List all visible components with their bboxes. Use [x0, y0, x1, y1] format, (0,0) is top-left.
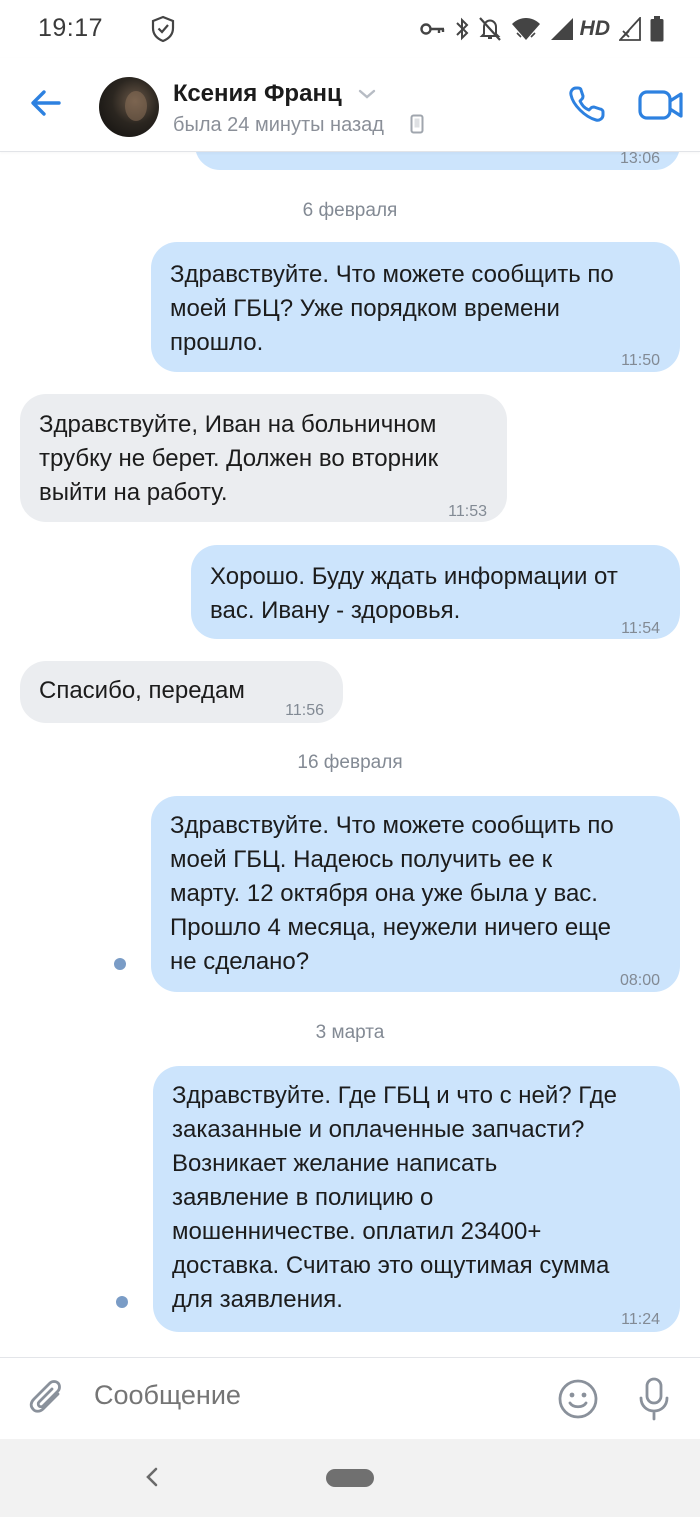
attach-icon[interactable]: [28, 1378, 66, 1420]
call-icon[interactable]: [567, 84, 607, 124]
nav-back-icon[interactable]: [145, 1466, 159, 1488]
message-text: Здравствуйте. Что можете сообщить по мое…: [170, 261, 614, 356]
message-text: Хорошо. Буду ждать информации от вас. Ив…: [210, 563, 618, 624]
unread-indicator: [114, 958, 126, 970]
chevron-down-icon[interactable]: [358, 88, 376, 100]
mobile-icon: [410, 114, 424, 134]
wifi-icon: [511, 18, 540, 40]
message-bubble-outgoing[interactable]: Здравствуйте. Что можете сообщить по мое…: [151, 242, 680, 372]
battery-icon: [650, 16, 664, 42]
date-separator: 6 февраля: [302, 200, 398, 221]
signal-icon: [619, 17, 641, 41]
nav-home-pill[interactable]: [326, 1469, 374, 1487]
contact-name[interactable]: Ксения Франц: [173, 80, 342, 108]
message-time: 11:53: [448, 503, 487, 520]
message-time: 11:24: [621, 1311, 660, 1328]
message-bubble-outgoing[interactable]: Хорошо. Буду ждать информации от вас. Ив…: [191, 545, 680, 639]
date-separator: 3 марта: [315, 1022, 385, 1043]
chat-header: Ксения Франц была 24 минуты назад: [0, 58, 700, 152]
back-arrow-icon[interactable]: [28, 85, 64, 121]
message-bubble-incoming[interactable]: Здравствуйте, Иван на больничном трубку …: [20, 394, 507, 522]
emoji-icon[interactable]: [557, 1378, 599, 1420]
status-icons: HD: [419, 14, 664, 44]
mute-icon: [478, 17, 501, 41]
message-time: 11:50: [621, 352, 660, 369]
last-seen: была 24 минуты назад: [173, 114, 384, 136]
message-time: 11:56: [285, 702, 324, 719]
video-icon[interactable]: [638, 89, 684, 121]
message-text: Спасибо, передам: [39, 677, 245, 704]
message-bubble-outgoing[interactable]: Здравствуйте. Где ГБЦ и что с ней? Где з…: [153, 1066, 680, 1332]
date-separator: 16 февраля: [297, 752, 403, 773]
signal-icon: [550, 18, 573, 40]
unread-indicator: [116, 1296, 128, 1308]
message-text: Здравствуйте, Иван на больничном трубку …: [39, 411, 439, 506]
avatar[interactable]: [99, 77, 159, 137]
message-time: 08:00: [619, 972, 660, 989]
status-bar: 19:17 HD: [0, 0, 700, 58]
mic-icon[interactable]: [637, 1376, 671, 1422]
message-input[interactable]: [94, 1380, 514, 1411]
message-bubble-incoming[interactable]: Спасибо, передам 11:56: [20, 661, 343, 723]
message-time: 11:54: [621, 620, 660, 637]
shield-icon: [151, 15, 175, 43]
key-icon: [419, 23, 444, 35]
message-bubble-outgoing[interactable]: Здравствуйте. Что можете сообщить по мое…: [151, 796, 680, 992]
status-time: 19:17: [38, 14, 104, 42]
message-text: Здравствуйте. Что можете сообщить по мое…: [170, 812, 614, 975]
message-text: Здравствуйте. Где ГБЦ и что с ней? Где з…: [172, 1082, 618, 1313]
system-nav-bar: [0, 1439, 700, 1517]
hd-indicator: HD: [579, 17, 610, 40]
message-composer: [0, 1357, 700, 1439]
bluetooth-icon: [455, 17, 469, 41]
